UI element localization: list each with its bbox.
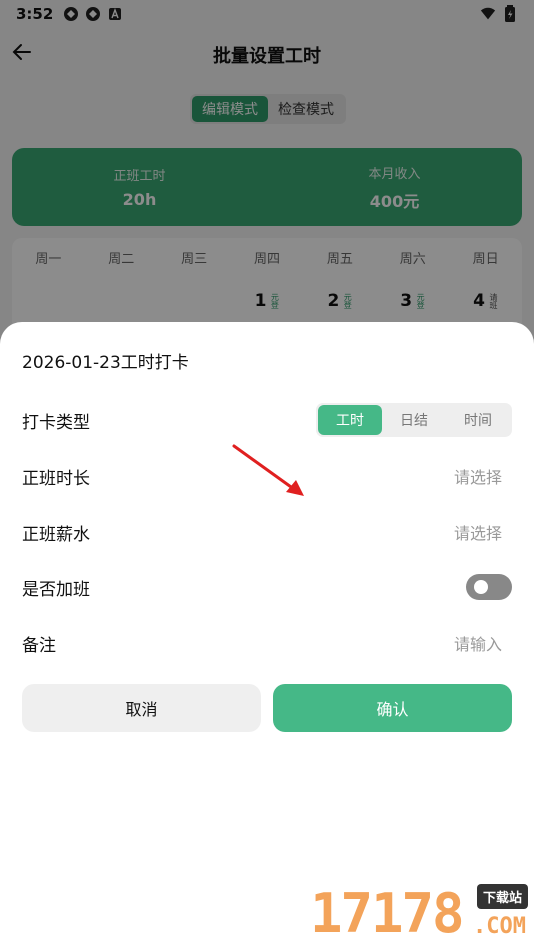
overtime-row: 是否加班 <box>22 565 512 609</box>
regular-pay-row[interactable]: 正班薪水 请选择 <box>22 510 512 554</box>
red-annotation-arrow-icon <box>232 444 304 496</box>
confirm-button[interactable]: 确认 <box>273 684 512 732</box>
watermark-logo: 17178 下载站 .COM <box>304 880 534 948</box>
punch-type-time[interactable]: 时间 <box>446 405 510 435</box>
note-row[interactable]: 备注 请输入 <box>22 621 512 665</box>
note-input[interactable]: 请输入 <box>454 631 512 655</box>
watermark-number: 17178 <box>310 882 465 945</box>
punch-type-hours[interactable]: 工时 <box>318 405 382 435</box>
punch-type-label: 打卡类型 <box>22 412 90 433</box>
watermark-badge: 下载站 <box>476 884 528 909</box>
punch-bottom-sheet: 2026-01-23工时打卡 打卡类型 工时 日结 时间 正班时长 请选择 正班… <box>0 322 534 948</box>
note-label: 备注 <box>22 635 56 656</box>
punch-type-daily[interactable]: 日结 <box>382 405 446 435</box>
punch-type-row: 打卡类型 工时 日结 时间 <box>22 398 512 442</box>
regular-hours-label: 正班时长 <box>22 468 90 489</box>
punch-type-segmented-control: 工时 日结 时间 <box>316 403 512 437</box>
regular-pay-select[interactable]: 请选择 <box>454 520 512 544</box>
action-buttons: 取消 确认 <box>22 684 512 732</box>
regular-hours-select[interactable]: 请选择 <box>454 464 512 488</box>
sheet-title: 2026-01-23工时打卡 <box>22 353 189 373</box>
cancel-button[interactable]: 取消 <box>22 684 261 732</box>
regular-pay-label: 正班薪水 <box>22 524 90 545</box>
watermark-suffix: .COM <box>473 914 526 939</box>
overtime-label: 是否加班 <box>22 579 90 600</box>
toggle-knob <box>474 580 488 594</box>
overtime-toggle[interactable] <box>466 574 512 600</box>
